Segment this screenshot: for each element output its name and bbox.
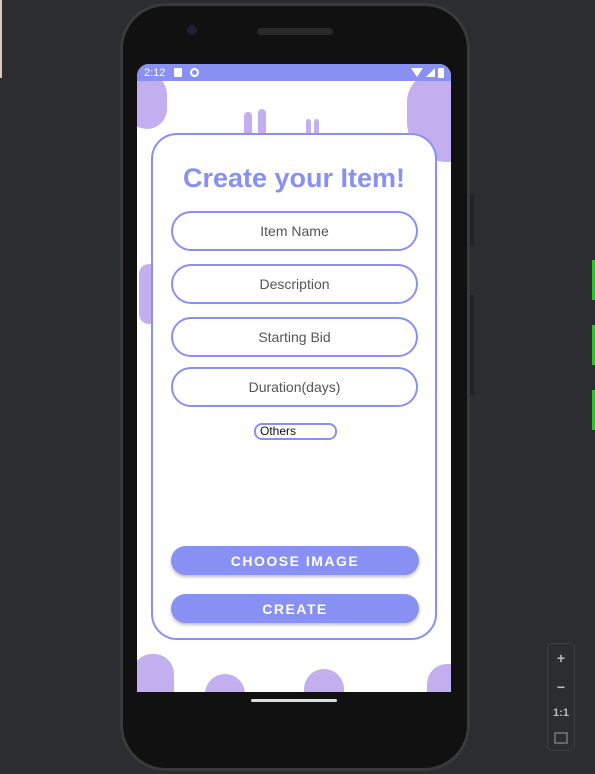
camera xyxy=(187,25,197,35)
create-item-card: Create your Item! Item Name Description … xyxy=(151,133,437,640)
wifi-icon xyxy=(411,68,423,77)
status-time: 2:12 xyxy=(144,66,166,79)
zoom-out-button[interactable]: − xyxy=(557,679,565,695)
create-button[interactable]: CREATE xyxy=(171,594,419,623)
signal-icon xyxy=(426,68,435,77)
app-screen: 2:12 Create your Item! Item Name Descrip… xyxy=(137,64,451,692)
status-bar: 2:12 xyxy=(137,64,451,81)
volume-button xyxy=(470,295,474,395)
actual-size-button[interactable]: 1:1 xyxy=(553,707,569,719)
duration-input[interactable]: Duration(days) xyxy=(171,367,418,407)
item-name-input[interactable]: Item Name xyxy=(171,211,418,251)
window-edge xyxy=(0,0,2,78)
decor-bunny xyxy=(427,664,451,692)
emulator-zoom-controls: + − 1:1 xyxy=(547,643,575,751)
power-button xyxy=(470,195,474,245)
home-gesture-bar[interactable] xyxy=(251,699,337,702)
category-spinner[interactable]: Others xyxy=(254,423,337,440)
battery-icon xyxy=(438,67,444,78)
decor-bunny xyxy=(137,654,174,692)
description-input[interactable]: Description xyxy=(171,264,418,304)
decor-blob xyxy=(137,74,167,129)
fit-screen-icon[interactable] xyxy=(554,731,568,744)
decor-bunny xyxy=(205,674,245,692)
decor-bunny xyxy=(304,669,344,692)
sd-card-icon xyxy=(174,68,183,77)
page-title: Create your Item! xyxy=(182,163,406,193)
starting-bid-input[interactable]: Starting Bid xyxy=(171,317,418,357)
zoom-in-button[interactable]: + xyxy=(557,650,565,666)
speaker xyxy=(257,28,333,35)
choose-image-button[interactable]: CHOOSE IMAGE xyxy=(171,546,419,575)
notification-icon xyxy=(190,68,200,77)
